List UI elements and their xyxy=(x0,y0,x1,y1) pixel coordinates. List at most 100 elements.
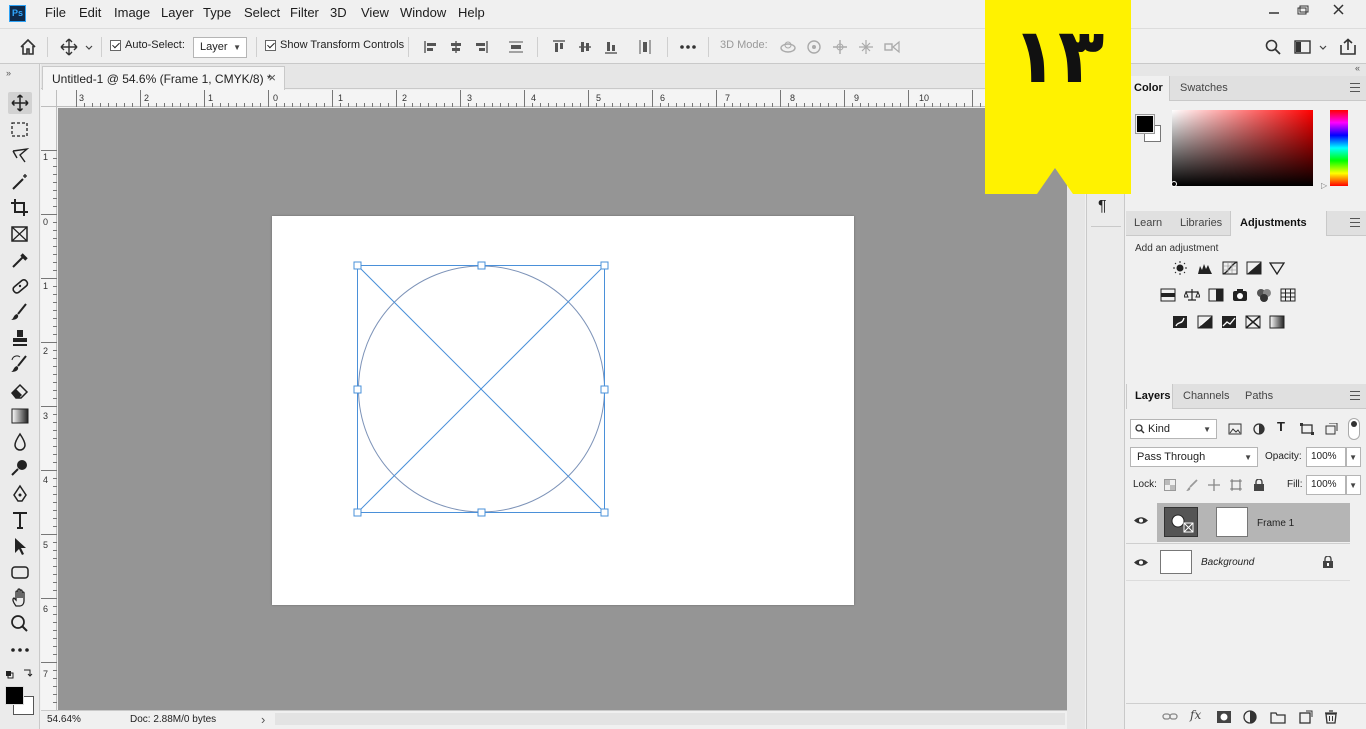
show-transform-checkbox[interactable] xyxy=(265,40,276,51)
color-picker-handle[interactable] xyxy=(1171,181,1177,187)
move-tool[interactable] xyxy=(8,92,32,114)
lock-transparent-icon[interactable] xyxy=(1164,479,1180,493)
menu-filter[interactable]: Filter xyxy=(290,5,319,20)
chevron-down-icon[interactable] xyxy=(84,38,94,56)
align-bottom-icon[interactable] xyxy=(602,38,620,56)
dodge-tool[interactable] xyxy=(8,457,32,479)
blend-mode-dropdown[interactable]: Pass Through ▼ xyxy=(1130,447,1258,467)
horizontal-scrollbar[interactable] xyxy=(275,713,1065,725)
auto-select-checkbox[interactable] xyxy=(110,40,121,51)
auto-select-target-dropdown[interactable]: Layer ▼ xyxy=(193,37,247,58)
photo-filter-icon[interactable] xyxy=(1232,288,1248,302)
opacity-field[interactable]: 100% xyxy=(1306,447,1346,467)
vibrance-icon[interactable] xyxy=(1269,261,1285,275)
layer-name[interactable]: Background xyxy=(1201,557,1254,568)
menu-view[interactable]: View xyxy=(361,5,389,20)
lock-artboard-icon[interactable] xyxy=(1230,479,1246,493)
magic-wand-tool[interactable] xyxy=(8,171,32,193)
align-left-icon[interactable] xyxy=(422,38,440,56)
frame-tool[interactable] xyxy=(8,223,32,245)
align-center-icon[interactable] xyxy=(447,38,465,56)
color-lookup-icon[interactable] xyxy=(1280,288,1296,302)
eyedropper-tool[interactable] xyxy=(8,249,32,271)
menu-image[interactable]: Image xyxy=(114,5,150,20)
eye-icon[interactable] xyxy=(1134,558,1148,567)
layer-name[interactable]: Frame 1 xyxy=(1257,518,1294,529)
collapse-panel-icon[interactable]: » xyxy=(6,68,11,78)
more-options-icon[interactable] xyxy=(679,38,697,56)
fill-field[interactable]: 100% xyxy=(1306,475,1346,495)
zoom-tool[interactable] xyxy=(8,613,32,635)
align-right-icon[interactable] xyxy=(472,38,490,56)
paragraph-icon[interactable]: ¶ xyxy=(1098,198,1107,216)
hue-slider[interactable] xyxy=(1330,110,1348,186)
color-balance-icon[interactable] xyxy=(1184,288,1200,302)
close-window-button[interactable] xyxy=(1328,1,1350,19)
menu-layer[interactable]: Layer xyxy=(161,5,194,20)
invert-icon[interactable] xyxy=(1172,315,1188,329)
horizontal-ruler[interactable]: 3 2 1 0 1 2 3 4 5 6 7 8 9 10 xyxy=(41,90,1067,107)
lock-pixels-icon[interactable] xyxy=(1186,479,1202,493)
frame-placeholder[interactable] xyxy=(272,216,854,605)
tab-paths[interactable]: Paths xyxy=(1245,390,1273,402)
panel-menu-icon[interactable] xyxy=(1350,218,1360,227)
gradient-tool[interactable] xyxy=(8,405,32,427)
distribute-vertical-icon[interactable] xyxy=(636,38,654,56)
tab-learn[interactable]: Learn xyxy=(1134,217,1162,229)
fill-dropdown[interactable]: ▼ xyxy=(1346,475,1361,495)
more-tools-icon[interactable] xyxy=(8,639,32,661)
layer-row-frame[interactable]: Frame 1 xyxy=(1126,503,1350,542)
posterize-icon[interactable] xyxy=(1197,315,1213,329)
filter-toggle[interactable] xyxy=(1348,418,1360,440)
filter-pixel-icon[interactable] xyxy=(1228,423,1244,437)
history-brush-tool[interactable] xyxy=(8,353,32,375)
clone-stamp-tool[interactable] xyxy=(8,327,32,349)
share-icon[interactable] xyxy=(1339,38,1357,56)
tab-layers[interactable]: Layers xyxy=(1135,390,1170,402)
hue-slider-handle[interactable]: ▷ xyxy=(1321,181,1327,190)
layer-style-fx-icon[interactable]: fx xyxy=(1190,708,1201,722)
layer-row-background[interactable]: Background xyxy=(1126,544,1350,580)
tab-adjustments[interactable]: Adjustments xyxy=(1240,217,1307,229)
move-tool-icon[interactable] xyxy=(60,38,78,56)
eraser-tool[interactable] xyxy=(8,379,32,401)
ruler-origin[interactable] xyxy=(41,90,57,107)
minimize-button[interactable] xyxy=(1263,1,1285,19)
threshold-icon[interactable] xyxy=(1221,315,1237,329)
levels-icon[interactable] xyxy=(1197,261,1213,275)
marquee-tool[interactable] xyxy=(8,119,32,141)
selective-color-icon[interactable] xyxy=(1245,315,1261,329)
new-group-icon[interactable] xyxy=(1270,710,1286,724)
tab-libraries[interactable]: Libraries xyxy=(1180,217,1222,229)
color-picker-field[interactable] xyxy=(1172,110,1313,186)
brightness-contrast-icon[interactable] xyxy=(1172,261,1188,275)
hue-saturation-icon[interactable] xyxy=(1160,288,1176,302)
healing-brush-tool[interactable] xyxy=(8,275,32,297)
lock-icon[interactable] xyxy=(1322,556,1334,568)
opacity-dropdown[interactable]: ▼ xyxy=(1346,447,1361,467)
filter-shape-icon[interactable] xyxy=(1300,423,1316,437)
search-icon[interactable] xyxy=(1264,38,1282,56)
distribute-icon[interactable] xyxy=(507,38,525,56)
workspace-icon[interactable] xyxy=(1294,38,1312,56)
collapse-panel-icon[interactable]: « xyxy=(1355,63,1360,73)
exposure-icon[interactable] xyxy=(1246,261,1262,275)
channel-mixer-icon[interactable] xyxy=(1256,288,1272,302)
lasso-tool[interactable] xyxy=(8,145,32,167)
tab-swatches[interactable]: Swatches xyxy=(1180,82,1228,94)
gradient-map-icon[interactable] xyxy=(1269,315,1285,329)
lock-all-icon[interactable] xyxy=(1253,479,1269,493)
document-canvas[interactable] xyxy=(272,216,854,605)
panel-menu-icon[interactable] xyxy=(1350,391,1360,400)
hand-tool[interactable] xyxy=(8,587,32,609)
layer-filter-dropdown[interactable]: Kind ▼ xyxy=(1130,419,1217,439)
filter-type-icon[interactable]: T xyxy=(1277,419,1285,434)
delete-layer-icon[interactable] xyxy=(1323,710,1339,724)
crop-tool[interactable] xyxy=(8,197,32,219)
filter-adjustment-icon[interactable] xyxy=(1252,423,1268,437)
menu-select[interactable]: Select xyxy=(244,5,280,20)
restore-button[interactable] xyxy=(1292,1,1314,19)
new-adjustment-layer-icon[interactable] xyxy=(1242,710,1258,724)
add-mask-icon[interactable] xyxy=(1216,710,1232,724)
menu-help[interactable]: Help xyxy=(458,5,485,20)
